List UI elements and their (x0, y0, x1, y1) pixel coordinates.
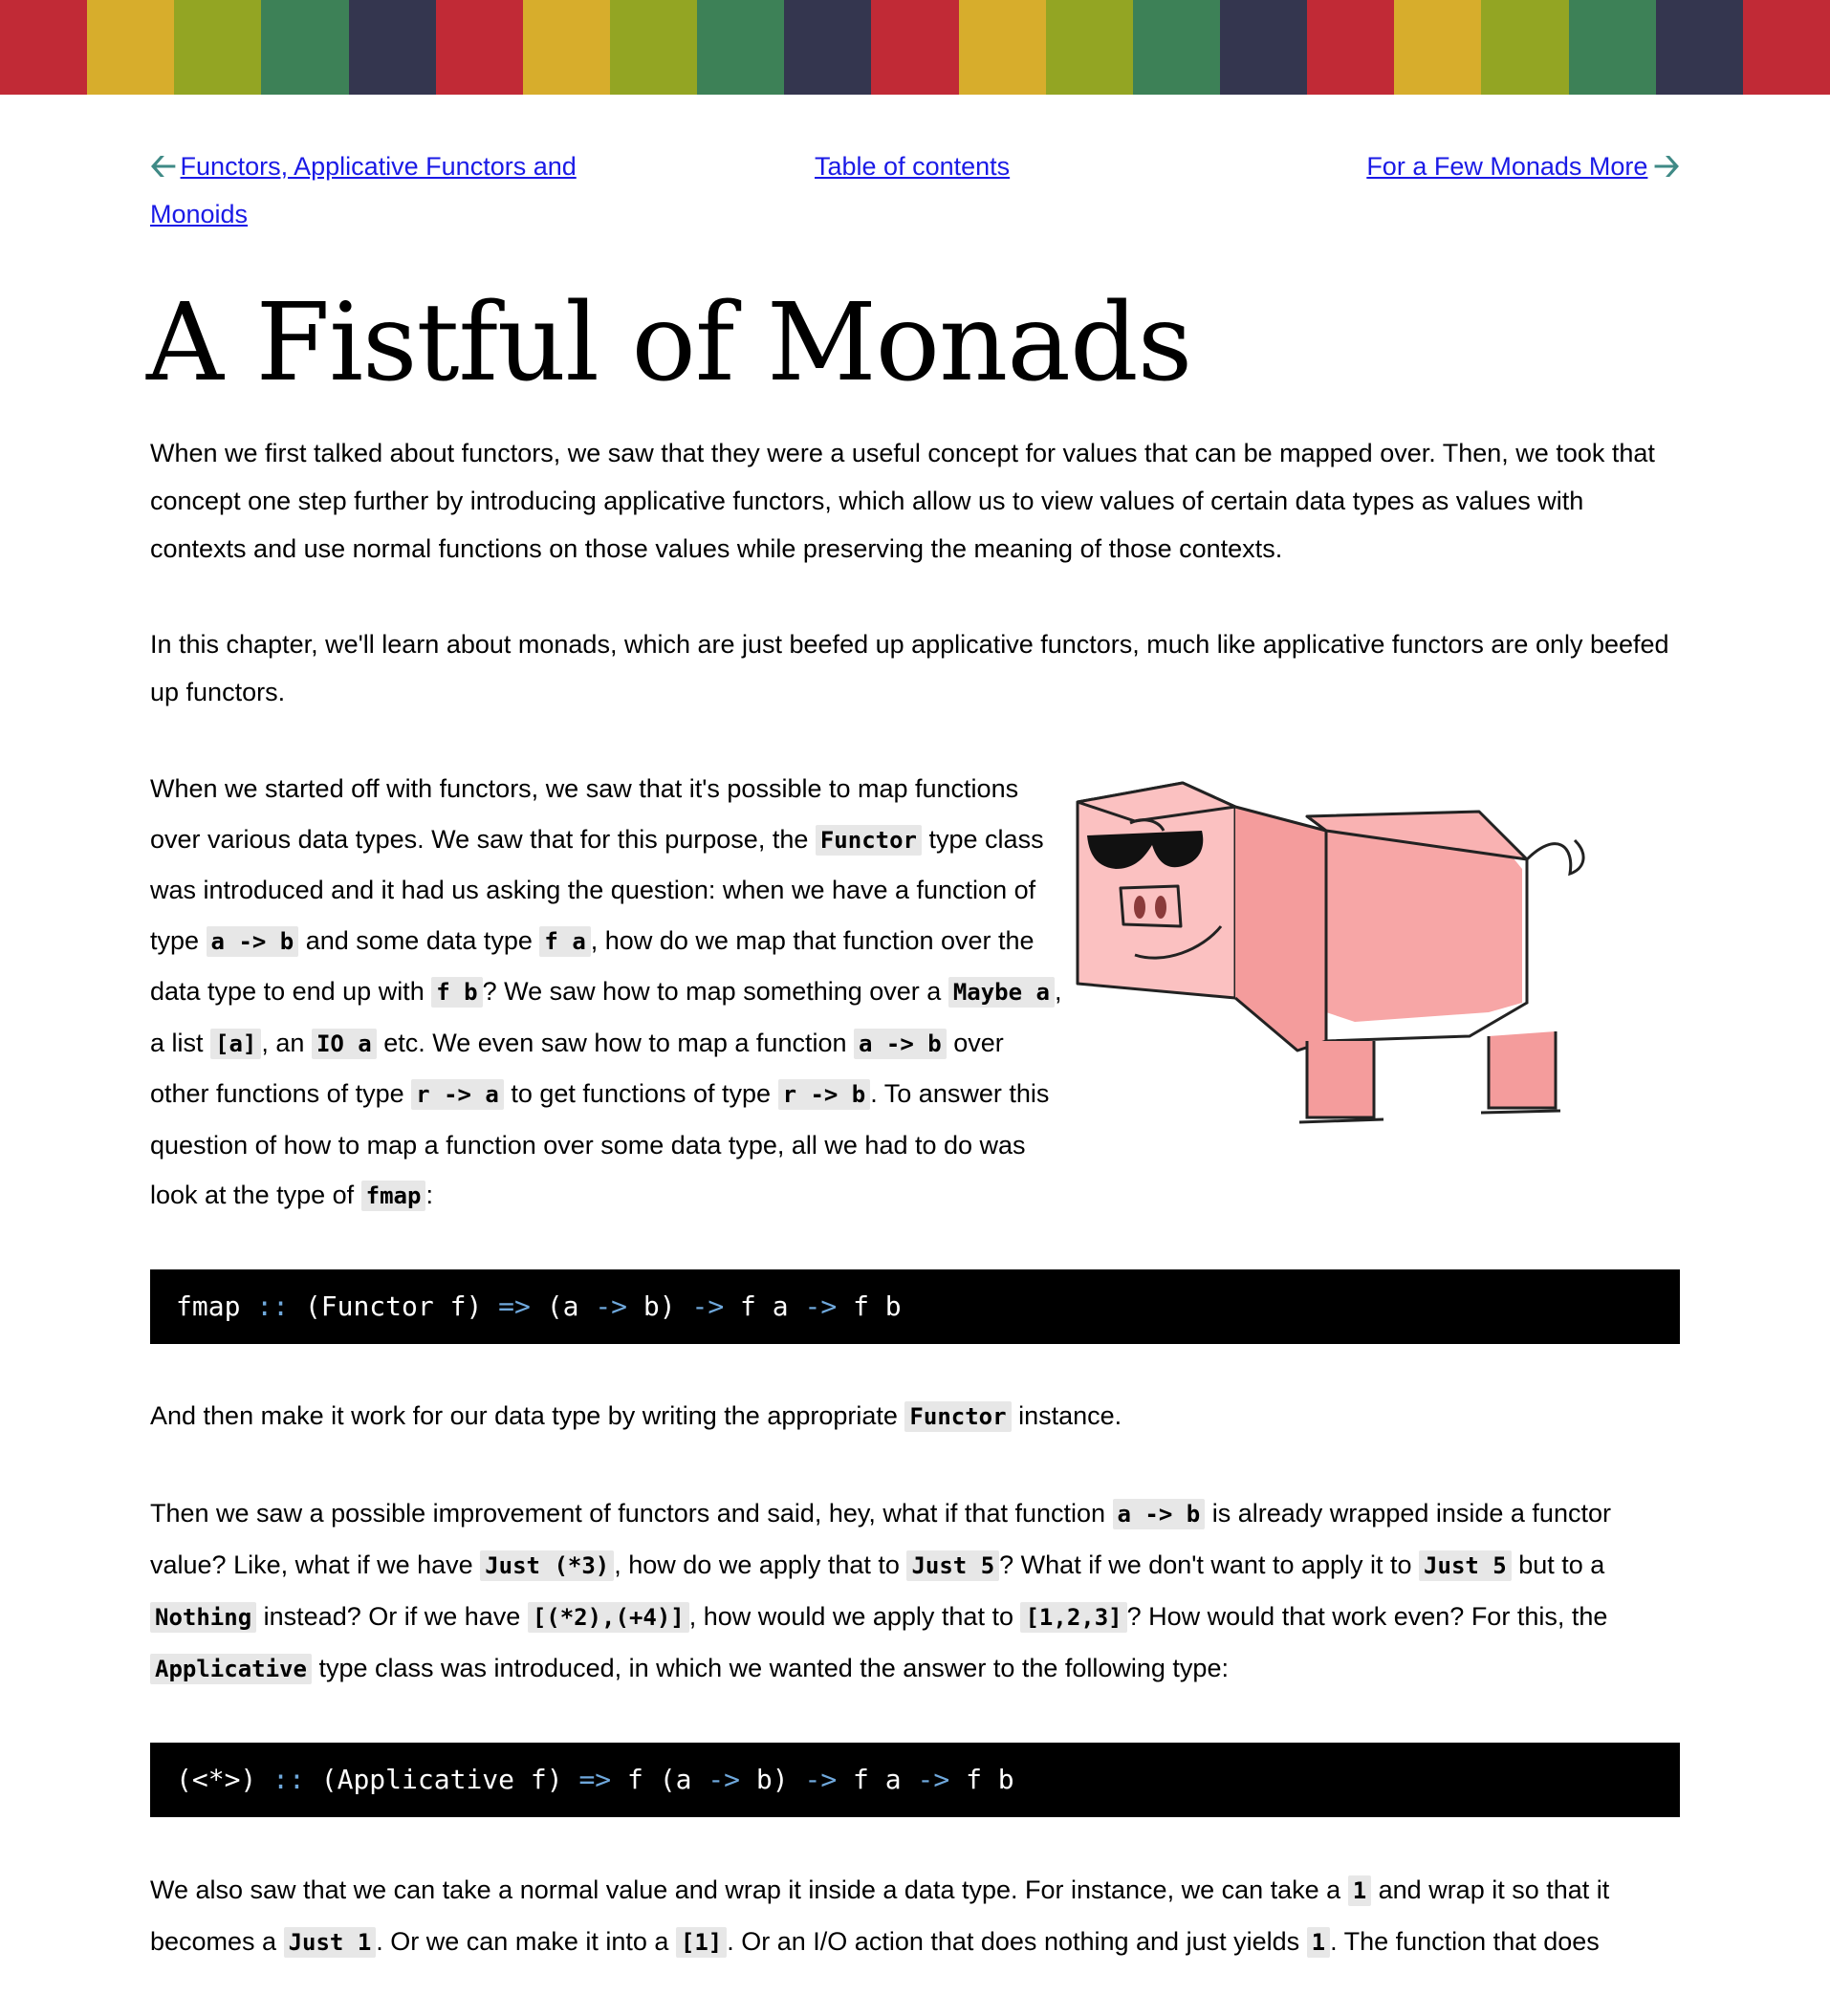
stripe-block (1307, 0, 1395, 95)
stripe-block (435, 0, 523, 95)
inline-code: [1] (675, 1926, 728, 1958)
next-chapter-nav: For a Few Monads More 🡢 (1366, 142, 1680, 190)
stripe-block (1568, 0, 1656, 95)
inline-code: [(*2),(+4)] (527, 1601, 689, 1633)
stripe-block (697, 0, 785, 95)
inline-code: Just 5 (906, 1550, 1000, 1581)
inline-code: fmap (360, 1181, 426, 1211)
inline-code: Just 5 (1419, 1550, 1512, 1581)
inline-code: r -> a (411, 1079, 504, 1110)
inline-code: Nothing (150, 1601, 257, 1633)
inline-code: Applicative (150, 1653, 312, 1684)
page-title: A Fistful of Monads (146, 281, 1192, 405)
inline-code: [1,2,3] (1020, 1601, 1127, 1633)
paragraph-applicative-recap: Then we saw a possible improvement of fu… (150, 1498, 1611, 1684)
arrow-right-icon: 🡢 (1653, 148, 1680, 184)
inline-code: r -> b (777, 1079, 871, 1110)
stripe-block (1481, 0, 1569, 95)
pig-with-sunglasses-illustration (1076, 781, 1585, 1124)
paragraph-functor-recap: When we started off with functors, we sa… (150, 774, 1062, 1211)
inline-code: a -> b (206, 925, 299, 957)
toc-nav: Table of contents (815, 142, 1010, 190)
stripe-block (522, 0, 610, 95)
table-of-contents-link[interactable]: Table of contents (815, 152, 1010, 181)
stripe-block (174, 0, 262, 95)
chapter-navigation: 🡠 Functors, Applicative Functors and Mono… (150, 95, 1680, 248)
inline-code: Functor (815, 824, 923, 856)
inline-code: Just 1 (283, 1926, 377, 1958)
inline-code: f b (431, 977, 483, 1008)
article-body: When we first talked about functors, we … (150, 429, 1680, 2016)
paragraph-intro: When we first talked about functors, we … (150, 439, 1655, 563)
stripe-block (261, 0, 349, 95)
inline-code: a -> b (854, 1028, 947, 1059)
stripe-block (1742, 0, 1830, 95)
inline-code: 1 (1347, 1875, 1372, 1906)
inline-code: [a] (210, 1028, 262, 1059)
code-block-applicative-signature: (<*>) :: (Applicative f) => f (a -> b) -… (150, 1742, 1680, 1817)
inline-code: a -> b (1112, 1498, 1206, 1529)
code-block-fmap-signature: fmap :: (Functor f) => (a -> b) -> f a -… (150, 1268, 1680, 1344)
inline-code: IO a (311, 1028, 377, 1059)
prev-chapter-nav: 🡠 Functors, Applicative Functors and Mono… (150, 142, 609, 238)
stripe-block (87, 0, 175, 95)
stripe-block (1655, 0, 1743, 95)
functor-section: When we started off with functors, we sa… (150, 764, 1680, 1222)
chapter-content: 🡠 Functors, Applicative Functors and Mono… (146, 95, 1680, 1958)
stripe-block (1219, 0, 1308, 95)
next-chapter-link[interactable]: For a Few Monads More (1366, 152, 1647, 181)
paragraph-chapter-summary: In this chapter, we'll learn about monad… (150, 630, 1669, 706)
inline-code: Just (*3) (480, 1550, 615, 1581)
stripe-block (609, 0, 698, 95)
color-stripe-header (0, 0, 1830, 95)
paragraph-functor-instance: And then make it work for our data type … (150, 1400, 1122, 1432)
inline-code: 1 (1306, 1926, 1331, 1958)
inline-code: Maybe a (948, 977, 1055, 1008)
stripe-block (0, 0, 88, 95)
stripe-block (871, 0, 959, 95)
inline-code: Functor (904, 1400, 1012, 1432)
stripe-block (1045, 0, 1133, 95)
paragraph-pure-recap: We also saw that we can take a normal va… (150, 1875, 1610, 1958)
prev-chapter-link[interactable]: Functors, Applicative Functors and Monoi… (150, 152, 577, 228)
arrow-left-icon: 🡠 (150, 148, 177, 184)
stripe-block (958, 0, 1046, 95)
stripe-block (1394, 0, 1482, 95)
inline-code: f a (539, 925, 591, 957)
stripe-block (348, 0, 436, 95)
stripe-block (784, 0, 872, 95)
stripe-block (1132, 0, 1220, 95)
